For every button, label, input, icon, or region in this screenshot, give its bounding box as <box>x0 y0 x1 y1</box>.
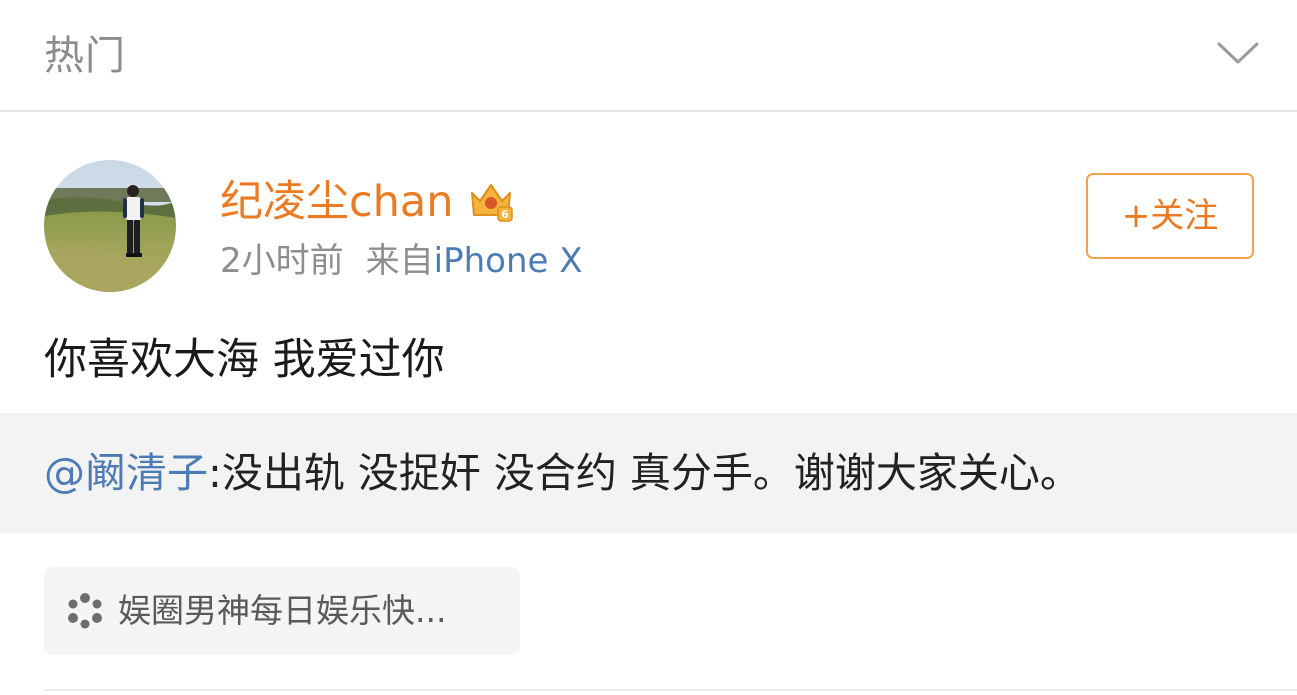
vip-level-label: 6 <box>501 208 509 221</box>
user-avatar-photo <box>44 160 176 292</box>
post-time: 2小时前 <box>220 241 344 281</box>
chevron-down-icon[interactable] <box>1216 38 1260 68</box>
author-name[interactable]: 纪凌尘chan <box>220 175 454 229</box>
repost-body: :没出轨 没捉奸 没合约 真分手。谢谢大家关心。 <box>208 449 1081 497</box>
topic-label: 娱圈男神每日娱乐快... <box>118 591 447 630</box>
author-row: 纪凌尘chan 6 <box>220 174 514 230</box>
section-header: 热门 <box>0 0 1297 112</box>
vip-crown-icon[interactable]: 6 <box>468 179 514 225</box>
post-meta: 2小时前 来自iPhone X <box>220 238 583 284</box>
post-text[interactable]: 你喜欢大海 我爱过你 <box>44 332 445 388</box>
post-source-device[interactable]: iPhone X <box>434 241 583 281</box>
divider <box>44 689 1297 691</box>
repost-mention-link[interactable]: @阚清子 <box>44 449 208 497</box>
topic-chip[interactable]: 娱圈男神每日娱乐快... <box>44 567 520 655</box>
reposted-content[interactable]: @阚清子:没出轨 没捉奸 没合约 真分手。谢谢大家关心。 <box>0 413 1297 533</box>
repost-text: @阚清子:没出轨 没捉奸 没合约 真分手。谢谢大家关心。 <box>44 445 1081 501</box>
weibo-feed-page: 热门 纪凌尘chan 6 2小时前 来自iPhone X +关注 你喜欢大海 我… <box>0 0 1297 695</box>
section-title: 热门 <box>44 33 126 79</box>
topic-pinwheel-icon <box>68 593 102 629</box>
avatar[interactable] <box>44 160 176 292</box>
post-source-prefix: 来自 <box>365 241 434 281</box>
follow-button[interactable]: +关注 <box>1086 173 1254 259</box>
